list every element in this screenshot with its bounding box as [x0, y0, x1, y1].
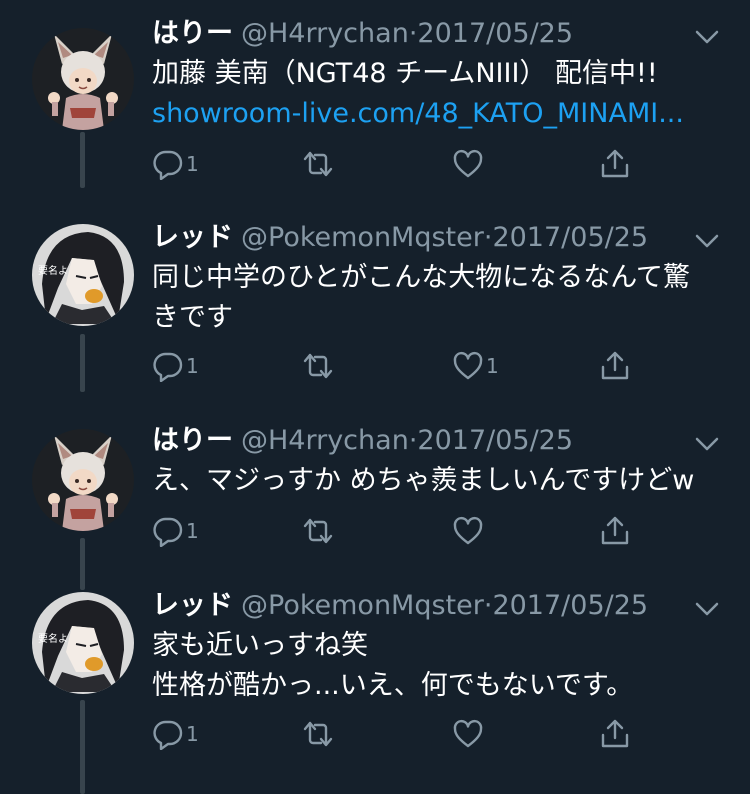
tweet-text-line: 同じ中学のひとがこんな大物になるなんて驚: [152, 262, 690, 293]
heart-icon: [453, 149, 483, 178]
share-button[interactable]: [599, 346, 631, 386]
avatar-caption: 要名よ: [38, 264, 68, 277]
retweet-icon: [303, 518, 333, 544]
tweet-text-line: 家も近いっすね笑: [152, 630, 368, 661]
tweet-date[interactable]: 2017/05/25: [417, 425, 573, 456]
share-icon: [601, 149, 629, 178]
like-button[interactable]: 1: [452, 346, 499, 386]
fox-ear-girl-avatar-icon: [32, 28, 134, 130]
user-handle[interactable]: @PokemonMqster: [241, 222, 484, 253]
retweet-icon: [303, 151, 333, 177]
chevron-down-icon[interactable]: [694, 28, 720, 46]
display-name[interactable]: レッド: [152, 590, 233, 621]
tweet-actions: 1 1: [152, 346, 712, 386]
tweet-actions: 1: [152, 511, 712, 551]
chevron-down-icon[interactable]: [694, 435, 720, 453]
like-button[interactable]: [452, 714, 486, 754]
retweet-button[interactable]: [302, 714, 336, 754]
reply-icon: [153, 517, 183, 547]
tweet[interactable]: 要名よ レッド @PokemonMqster·2017/05/25 同じ中学のひと…: [0, 218, 750, 393]
tweet-text: 同じ中学のひとがこんな大物になるなんて驚 きです: [152, 258, 722, 338]
tweet-actions: 1: [152, 714, 712, 754]
retweet-icon: [303, 353, 333, 379]
tweet[interactable]: はりー @H4rrychan·2017/05/25 え、マジっすか めちゃ羨ましい…: [0, 421, 750, 561]
user-handle[interactable]: @PokemonMqster: [241, 590, 484, 621]
retweet-button[interactable]: [302, 346, 336, 386]
reply-icon: [153, 720, 183, 750]
tweet-header: はりー @H4rrychan·2017/05/25: [152, 421, 573, 461]
display-name[interactable]: はりー: [152, 18, 233, 49]
tweet-link[interactable]: showroom-live.com/48_KATO_MINAMI...: [152, 94, 722, 134]
conversation-thread: はりー @H4rrychan·2017/05/25 加藤 美南（NGT48 チーム…: [0, 0, 750, 794]
heart-icon: [453, 719, 483, 748]
avatar[interactable]: 要名よ: [32, 592, 134, 694]
reply-count: 1: [186, 152, 199, 176]
tweet-actions: 1: [152, 144, 712, 184]
tweet-date[interactable]: 2017/05/25: [492, 222, 648, 253]
tweet-date[interactable]: 2017/05/25: [492, 590, 648, 621]
like-button[interactable]: [452, 144, 486, 184]
heart-icon: [453, 351, 483, 380]
reply-button[interactable]: 1: [152, 511, 199, 551]
tweet-header: レッド @PokemonMqster·2017/05/25: [152, 218, 648, 258]
dark-hair-boy-avatar-icon: 要名よ: [32, 592, 134, 694]
chevron-down-icon[interactable]: [694, 600, 720, 618]
tweet-text: 家も近いっすね笑 性格が酷かっ...いえ、何でもないです。: [152, 626, 722, 706]
heart-icon: [453, 516, 483, 545]
tweet[interactable]: 要名よ レッド @PokemonMqster·2017/05/25 家も近いっすね…: [0, 586, 750, 766]
reply-icon: [153, 352, 183, 382]
reply-count: 1: [186, 722, 199, 746]
avatar[interactable]: [32, 28, 134, 130]
avatar[interactable]: 要名よ: [32, 224, 134, 326]
tweet-text: え、マジっすか めちゃ羨ましいんですけどw: [152, 461, 722, 501]
reply-count: 1: [186, 354, 199, 378]
share-button[interactable]: [599, 714, 631, 754]
avatar[interactable]: [32, 429, 134, 531]
retweet-button[interactable]: [302, 511, 336, 551]
share-icon: [601, 719, 629, 748]
display-name[interactable]: レッド: [152, 222, 233, 253]
chevron-down-icon[interactable]: [694, 232, 720, 250]
reply-button[interactable]: 1: [152, 714, 199, 754]
tweet-header: はりー @H4rrychan·2017/05/25: [152, 14, 573, 54]
like-button[interactable]: [452, 511, 486, 551]
tweet-text: 加藤 美南（NGT48 チームNIII） 配信中!! showroom-live…: [152, 54, 722, 134]
tweet-text-line: きです: [152, 302, 233, 333]
reply-button[interactable]: 1: [152, 346, 199, 386]
like-count: 1: [486, 354, 499, 378]
avatar-caption: 要名よ: [38, 632, 68, 645]
tweet-text-line: 加藤 美南（NGT48 チームNIII） 配信中!!: [152, 58, 658, 89]
retweet-icon: [303, 721, 333, 747]
share-button[interactable]: [599, 144, 631, 184]
share-button[interactable]: [599, 511, 631, 551]
reply-button[interactable]: 1: [152, 144, 199, 184]
tweet-text-line: 性格が酷かっ...いえ、何でもないです。: [152, 670, 634, 701]
retweet-button[interactable]: [302, 144, 336, 184]
share-icon: [601, 351, 629, 380]
tweet-date[interactable]: 2017/05/25: [417, 18, 573, 49]
tweet-header: レッド @PokemonMqster·2017/05/25: [152, 586, 648, 626]
dark-hair-boy-avatar-icon: 要名よ: [32, 224, 134, 326]
reply-count: 1: [186, 519, 199, 543]
display-name[interactable]: はりー: [152, 425, 233, 456]
fox-ear-girl-avatar-icon: [32, 429, 134, 531]
user-handle[interactable]: @H4rrychan: [241, 425, 409, 456]
tweet[interactable]: はりー @H4rrychan·2017/05/25 加藤 美南（NGT48 チーム…: [0, 14, 750, 189]
share-icon: [601, 516, 629, 545]
tweet-text-line: え、マジっすか めちゃ羨ましいんですけどw: [152, 465, 695, 496]
reply-icon: [153, 150, 183, 180]
user-handle[interactable]: @H4rrychan: [241, 18, 409, 49]
